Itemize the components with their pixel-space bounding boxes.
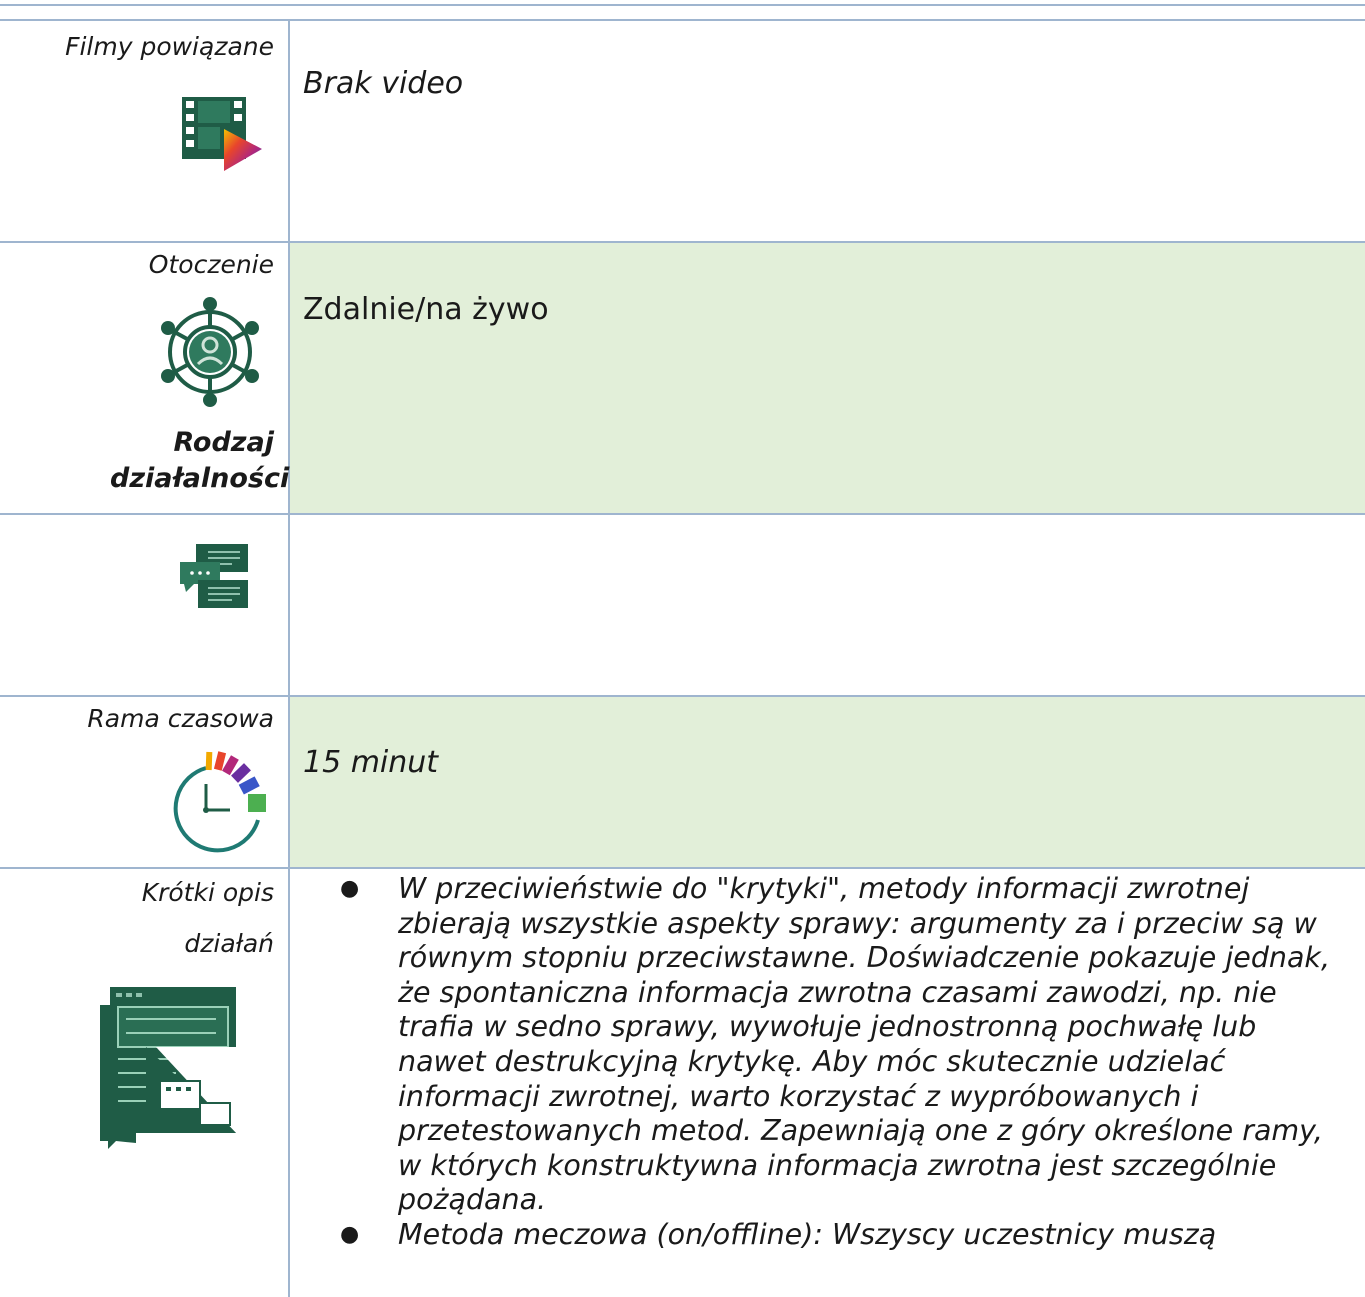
timeframe-row-bg — [290, 697, 1365, 867]
description-bullet: W przeciwieństwie do "krytyki", metody i… — [340, 872, 1350, 1218]
chat-bubbles-icon — [180, 544, 248, 608]
row-divider — [0, 4, 1365, 6]
row-divider — [0, 241, 1365, 243]
description-bullets: W przeciwieństwie do "krytyki", metody i… — [340, 872, 1350, 1253]
videos-label: Filmy powiązane — [65, 32, 274, 61]
row-divider — [0, 695, 1365, 697]
environment-row-bg — [290, 243, 1365, 513]
network-person-icon — [161, 297, 259, 407]
description-label-line2: działań — [184, 929, 274, 958]
row-divider — [0, 513, 1365, 515]
clock-icon — [173, 751, 266, 853]
videos-value: Brak video — [303, 66, 464, 101]
activity-card: Filmy powiązane Brak video Otoczenie Zda… — [0, 0, 1365, 1297]
film-play-icon — [182, 97, 262, 171]
document-chat-icon — [100, 987, 236, 1149]
timeframe-value: 15 minut — [303, 745, 439, 780]
description-bullet: Metoda meczowa (on/offline): Wszyscy ucz… — [340, 1218, 1350, 1253]
row-divider — [0, 867, 1365, 869]
row-divider — [0, 19, 1365, 21]
environment-value: Zdalnie/na żywo — [303, 292, 549, 327]
column-divider — [288, 20, 290, 1297]
environment-label: Otoczenie — [148, 250, 274, 279]
timeframe-label: Rama czasowa — [87, 704, 274, 733]
activity-type-label: Rodzaj działalności — [110, 427, 290, 494]
description-label-line1: Krótki opis — [141, 878, 274, 907]
